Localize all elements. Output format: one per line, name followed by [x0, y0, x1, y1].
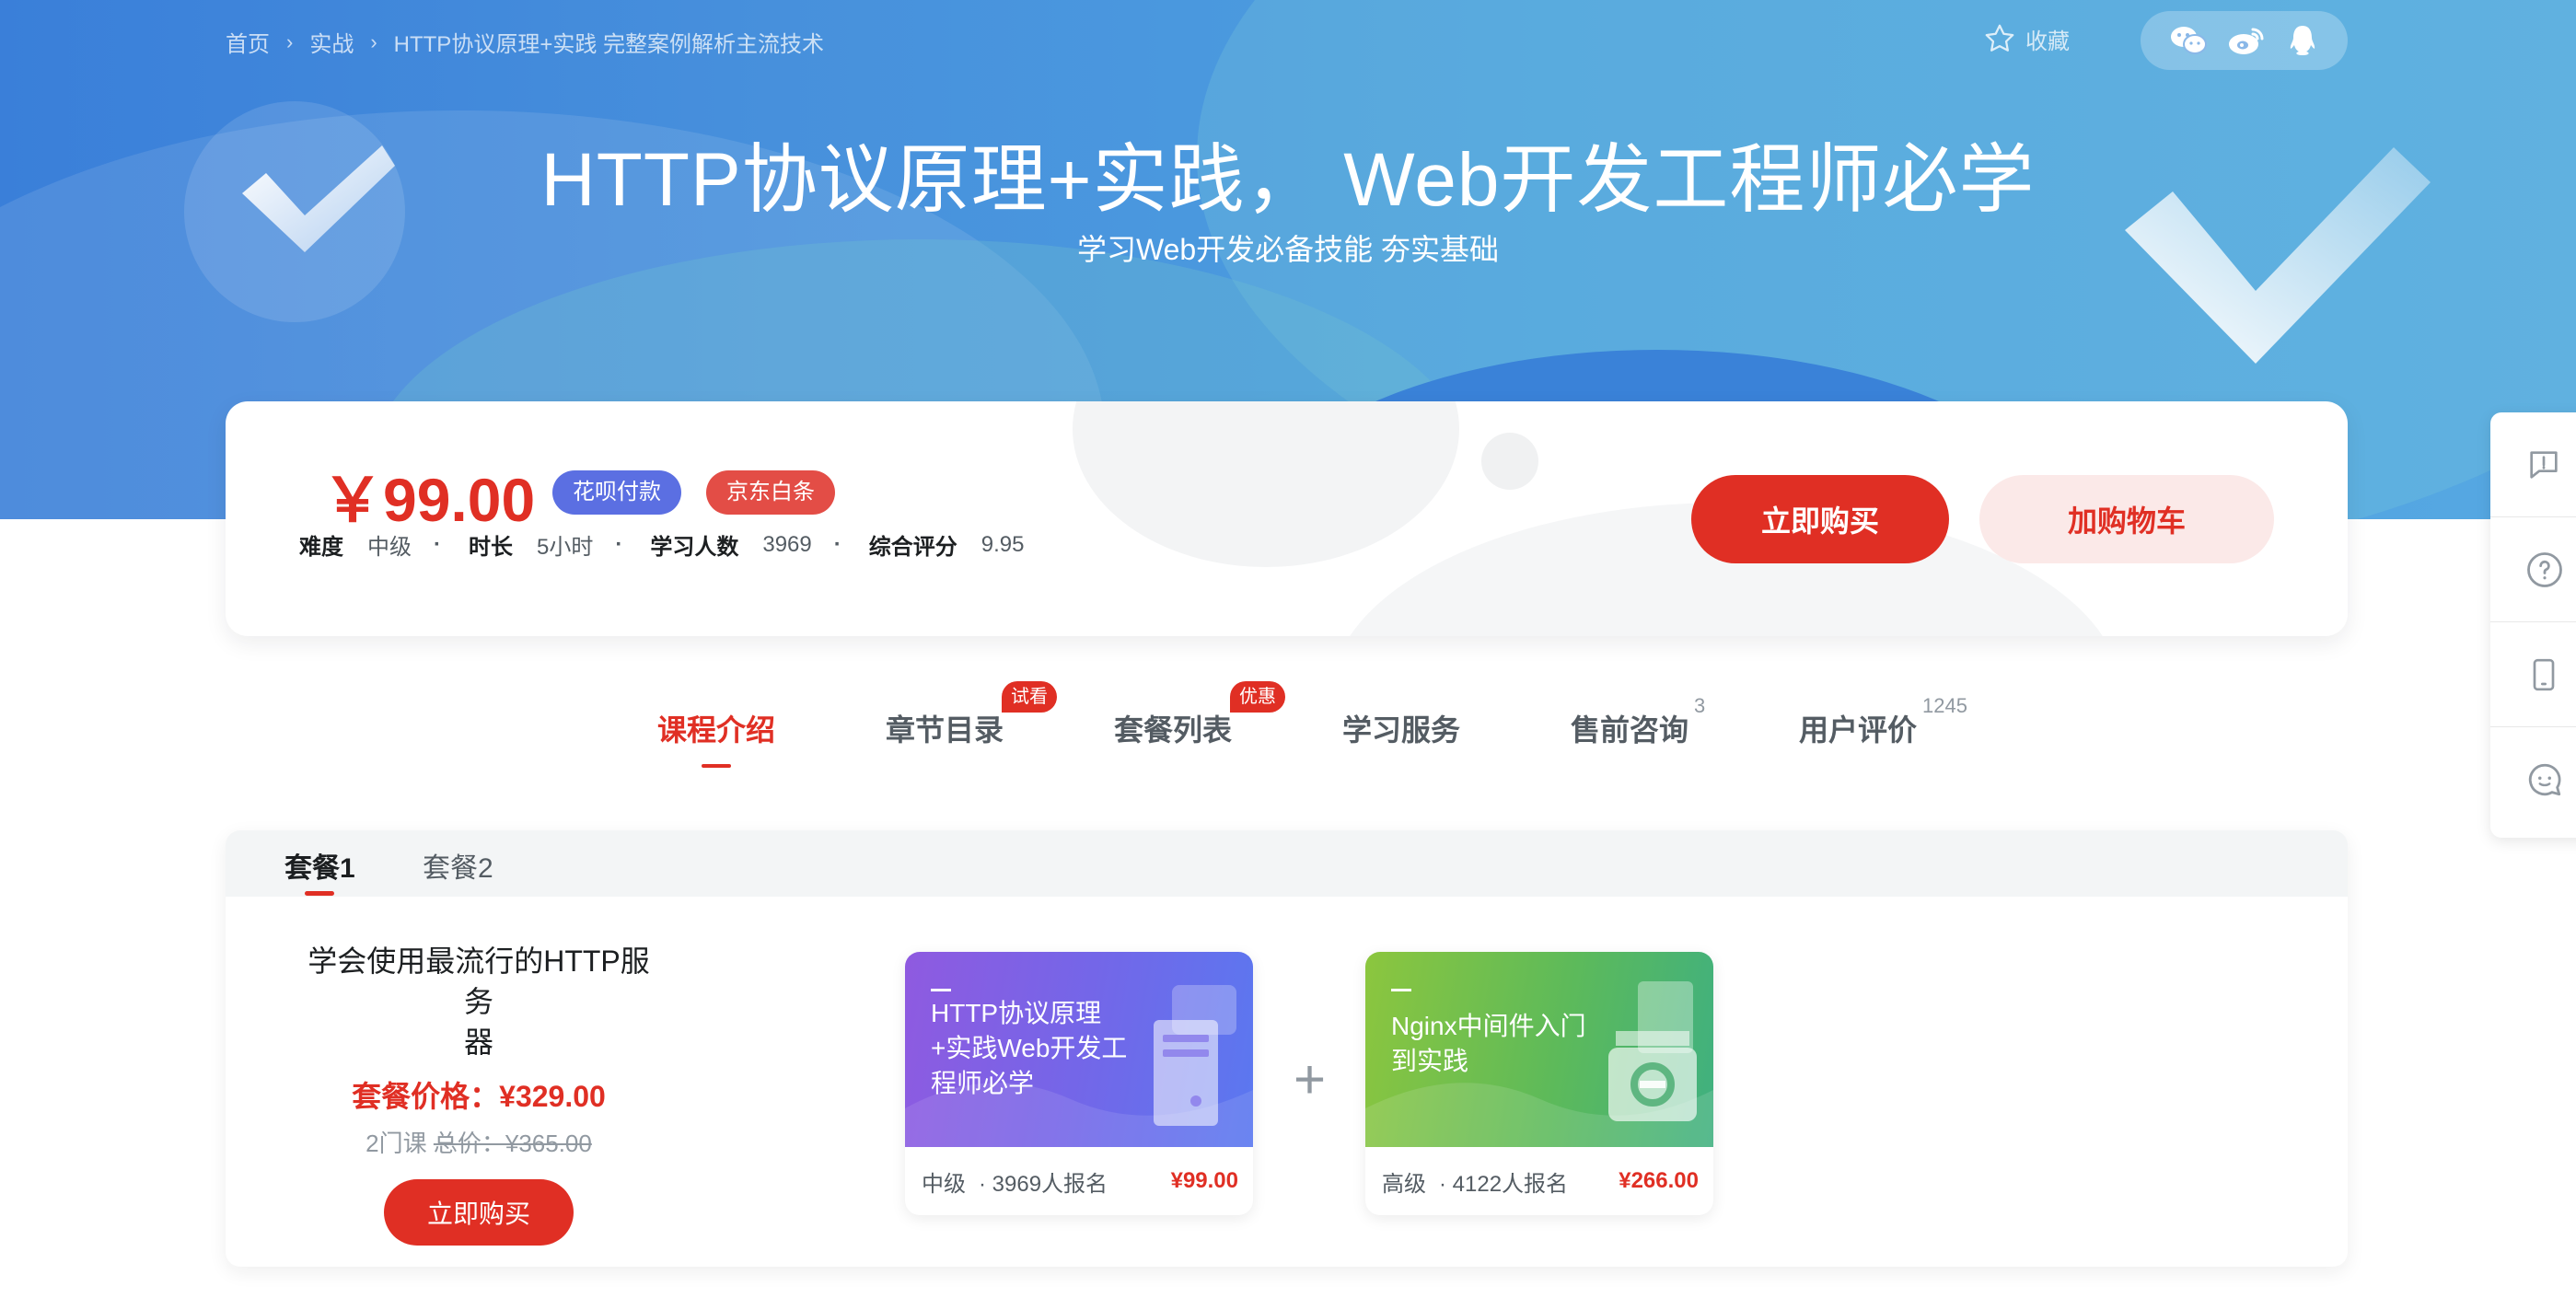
side-toolbar	[2490, 412, 2576, 838]
course-enrolled: · 3969人报名	[979, 1171, 1108, 1197]
tab-label: 课程介绍	[657, 713, 776, 747]
package-original-price: 2门课 总价：¥365.00	[299, 1125, 658, 1159]
buy-now-button[interactable]: 立即购买	[1691, 475, 1949, 563]
breadcrumb: 首页 › 实战 › HTTP协议原理+实践 完整案例解析主流技术	[226, 26, 824, 58]
course-card-footer: 中级 · 3969人报名 ¥99.00	[905, 1147, 1253, 1215]
course-card-footer: 高级 · 4122人报名 ¥266.00	[1365, 1147, 1713, 1215]
meta-separator: ·	[615, 531, 623, 557]
presale-count: 3	[1694, 694, 1706, 717]
course-title: HTTP协议原理+实践， Web开发工程师必学	[540, 138, 2036, 222]
jd-baitiao-badge: 京东白条	[706, 470, 835, 515]
tab-label: 学习服务	[1342, 713, 1461, 747]
course-meta: 难度 中级 · 时长 5小时 · 学习人数 3969 · 综合评分 9.95	[299, 528, 1046, 561]
add-to-cart-button[interactable]: 加购物车	[1979, 475, 2274, 563]
card-decoration	[1481, 433, 1538, 490]
package-title-line: 学会使用最流行的HTTP服务	[307, 945, 650, 1018]
favorite-button[interactable]: 收藏	[1983, 22, 2070, 55]
tab-services[interactable]: 学习服务	[1342, 707, 1460, 749]
course-cover-title: Nginx中间件入门到实践	[1391, 1012, 1586, 1075]
package-tab-2[interactable]: 套餐2	[423, 845, 493, 886]
meta-label-difficulty: 难度	[299, 535, 343, 560]
package-course-card[interactable]: HTTP协议原理+实践Web开发工程师必学 中级 · 3969人报名 ¥99.0…	[905, 952, 1253, 1215]
package-section: 套餐1 套餐2 学会使用最流行的HTTP服务 器 套餐价格：¥329.00 2门…	[226, 830, 2348, 1267]
package-tab-label: 套餐1	[284, 853, 355, 884]
meta-label-rating: 综合评分	[868, 535, 957, 560]
meta-separator: ·	[833, 531, 841, 557]
meta-value-difficulty: 中级	[367, 535, 412, 560]
package-course-count: 2门课	[366, 1130, 427, 1157]
breadcrumb-current: HTTP协议原理+实践 完整案例解析主流技术	[393, 32, 824, 57]
tab-reviews[interactable]: 用户评价 1245	[1799, 694, 1967, 749]
meta-value-learners: 3969	[762, 531, 812, 557]
meta-label-learners: 学习人数	[650, 535, 739, 560]
course-cover: HTTP协议原理+实践Web开发工程师必学	[905, 952, 1253, 1147]
tab-intro[interactable]: 课程介绍	[657, 707, 776, 768]
package-course-card[interactable]: Nginx中间件入门到实践 高级 · 4122人报名 ¥266.00	[1365, 952, 1713, 1215]
package-price: 套餐价格：¥329.00	[352, 1080, 606, 1113]
discount-tag: 优惠	[1230, 681, 1286, 713]
card-decoration	[1073, 401, 1459, 567]
course-info-card: ￥99.00 花呗付款 京东白条 难度 中级 · 时长 5小时 · 学习人数 3…	[226, 401, 2348, 636]
qq-icon[interactable]	[2286, 23, 2319, 58]
wechat-icon[interactable]	[2169, 24, 2208, 57]
star-icon	[1985, 24, 2014, 52]
document-icon	[1608, 981, 1697, 1121]
plus-icon: +	[1294, 1049, 1327, 1110]
course-tabs: 课程介绍 章节目录 试看 套餐列表 优惠 学习服务 售前咨询 3 用户评价 12…	[0, 681, 2576, 773]
breadcrumb-home[interactable]: 首页	[226, 26, 270, 58]
course-cover-title: HTTP协议原理+实践Web开发工程师必学	[931, 999, 1128, 1097]
course-level: 中级	[922, 1171, 966, 1197]
package-title: 学会使用最流行的HTTP服务 器	[299, 941, 658, 1062]
course-enrolled: · 4122人报名	[1439, 1171, 1569, 1197]
cover-dash	[1391, 989, 1411, 991]
meta-label-duration: 时长	[469, 535, 513, 560]
help-icon[interactable]	[2490, 517, 2576, 622]
package-tabs: 套餐1 套餐2	[226, 830, 2348, 897]
meta-value-rating: 9.95	[981, 531, 1025, 557]
course-level: 高级	[1382, 1171, 1426, 1197]
tab-label: 售前咨询	[1571, 713, 1689, 747]
huabei-badge: 花呗付款	[552, 470, 681, 515]
package-tab-1[interactable]: 套餐1	[284, 845, 355, 896]
course-cover: Nginx中间件入门到实践	[1365, 952, 1713, 1147]
server-icon	[1154, 985, 1236, 1126]
share-bar	[2141, 11, 2348, 70]
course-card-price: ¥266.00	[1619, 1168, 1699, 1193]
weibo-icon[interactable]	[2227, 24, 2266, 57]
course-price: ￥99.00	[322, 466, 536, 534]
meta-value-duration: 5小时	[537, 535, 594, 560]
active-tab-indicator	[305, 891, 335, 896]
package-total-price: 总价：¥365.00	[433, 1130, 592, 1157]
favorite-label: 收藏	[2025, 29, 2070, 54]
review-count: 1245	[1922, 694, 1967, 717]
cover-dash	[931, 989, 951, 991]
course-subtitle: 学习Web开发必备技能 夯实基础	[1076, 233, 1500, 266]
active-tab-indicator	[702, 764, 731, 768]
feedback-icon[interactable]	[2490, 412, 2576, 517]
breadcrumb-category[interactable]: 实战	[309, 26, 354, 58]
tab-presale[interactable]: 售前咨询 3	[1571, 694, 1705, 749]
package-buy-button[interactable]: 立即购买	[384, 1179, 574, 1246]
tab-label: 套餐列表	[1114, 713, 1233, 747]
tab-chapters[interactable]: 章节目录 试看	[886, 681, 1058, 749]
tab-label: 章节目录	[886, 713, 1004, 747]
package-tab-label: 套餐2	[423, 853, 493, 884]
meta-separator: ·	[434, 531, 441, 557]
tab-packages[interactable]: 套餐列表 优惠	[1114, 681, 1286, 749]
trial-tag: 试看	[1002, 681, 1058, 713]
chevron-right-icon: ›	[370, 29, 377, 53]
course-card-price: ¥99.00	[1170, 1168, 1238, 1193]
chevron-right-icon: ›	[286, 29, 294, 53]
tab-label: 用户评价	[1799, 713, 1918, 747]
package-summary: 学会使用最流行的HTTP服务 器 套餐价格：¥329.00 2门课 总价：¥36…	[299, 941, 658, 1246]
package-title-line: 器	[463, 1026, 493, 1059]
